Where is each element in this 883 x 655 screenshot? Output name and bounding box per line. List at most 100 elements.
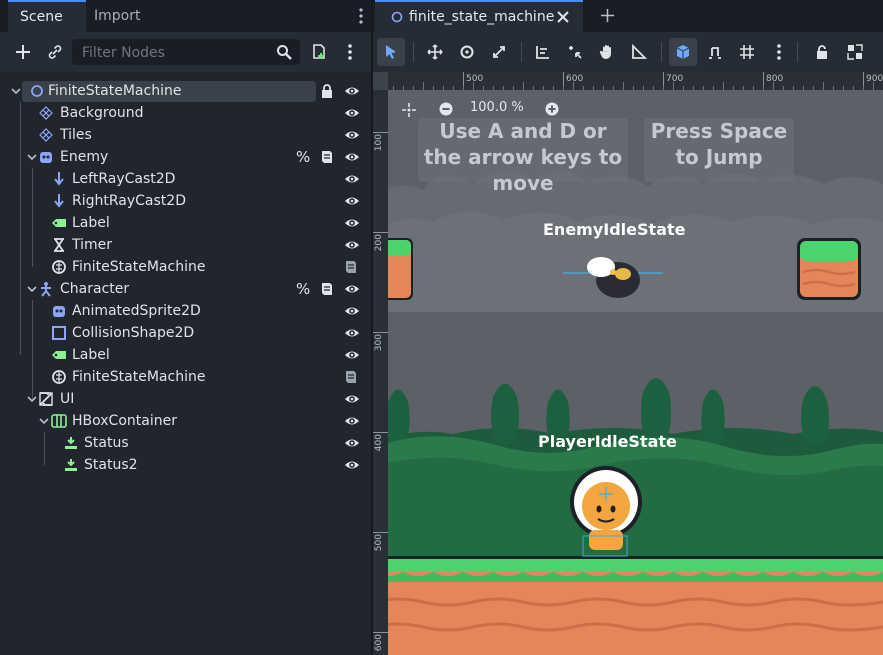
ruler-label: 500 <box>466 74 484 84</box>
tab-import[interactable]: Import <box>82 0 154 32</box>
lock-icon[interactable] <box>320 83 334 99</box>
scene-menu-icon[interactable] <box>344 42 356 62</box>
ruler-label: 800 <box>766 74 784 84</box>
snap-options-icon[interactable] <box>707 44 723 60</box>
tree-node-ui[interactable]: UI <box>0 388 371 410</box>
ruler-minor-tick <box>763 86 764 90</box>
ruler-minor-tick <box>863 86 864 90</box>
smart-snap-icon[interactable] <box>567 44 583 60</box>
visibility-eye-icon[interactable] <box>344 348 360 362</box>
ruler-minor-tick <box>463 86 464 90</box>
visibility-eye-icon[interactable] <box>344 392 360 406</box>
group-icon[interactable] <box>847 44 863 60</box>
ruler-minor-tick <box>643 86 644 90</box>
visibility-eye-icon[interactable] <box>344 84 360 98</box>
instance-scene-icon[interactable] <box>47 44 63 60</box>
measure-icon[interactable] <box>631 44 647 60</box>
visibility-eye-icon[interactable] <box>344 128 360 142</box>
visibility-eye-icon[interactable] <box>344 436 360 450</box>
tree-node-finitestatemachine[interactable]: FiniteStateMachine <box>0 256 371 278</box>
chevron-down-icon[interactable] <box>38 415 50 427</box>
tree-node-finitestatemachine[interactable]: FiniteStateMachine <box>0 80 371 102</box>
lock-icon[interactable] <box>815 44 829 60</box>
script-icon[interactable] <box>344 369 358 385</box>
script-icon[interactable] <box>320 149 334 165</box>
tree-node-hboxcontainer[interactable]: HBoxContainer <box>0 410 371 432</box>
new-scene-tab-icon[interactable] <box>600 8 615 23</box>
filter-nodes-field[interactable] <box>72 39 300 65</box>
rotate-mode-icon[interactable] <box>459 44 475 60</box>
visibility-eye-icon[interactable] <box>344 106 360 120</box>
zoom-in-icon[interactable] <box>545 102 559 116</box>
dock-menu-icon[interactable] <box>355 6 367 26</box>
scale-mode-icon[interactable] <box>491 44 507 60</box>
tree-node-label: Timer <box>72 237 113 253</box>
center-view-icon[interactable] <box>401 102 417 118</box>
close-icon[interactable] <box>557 11 569 23</box>
ruler-minor-tick <box>483 86 484 90</box>
tree-guide-line <box>44 432 45 465</box>
snap-toggle-button[interactable] <box>669 38 697 66</box>
chevron-down-icon[interactable] <box>10 85 22 97</box>
visibility-eye-icon[interactable] <box>344 304 360 318</box>
visibility-eye-icon[interactable] <box>344 326 360 340</box>
add-node-icon[interactable] <box>15 44 31 60</box>
tree-node-label[interactable]: Label <box>0 344 371 366</box>
tree-node-label: LeftRayCast2D <box>72 171 176 187</box>
ruler-minor-tick <box>683 86 684 90</box>
zoom-out-icon[interactable] <box>439 102 453 116</box>
tree-node-enemy[interactable]: Enemy% <box>0 146 371 168</box>
tree-node-label: Enemy <box>60 149 109 165</box>
more-options-icon[interactable] <box>774 42 784 62</box>
unique-name-icon[interactable]: % <box>296 146 310 168</box>
visibility-eye-icon[interactable] <box>344 414 360 428</box>
move-mode-icon[interactable] <box>427 44 443 60</box>
visibility-eye-icon[interactable] <box>344 216 360 230</box>
grid-snap-icon[interactable] <box>739 44 755 60</box>
script-icon[interactable] <box>320 281 334 297</box>
chevron-down-icon[interactable] <box>26 151 38 163</box>
attach-script-icon[interactable] <box>310 43 328 61</box>
tree-node-finitestatemachine[interactable]: FiniteStateMachine <box>0 366 371 388</box>
tree-node-collisionshape2d[interactable]: CollisionShape2D <box>0 322 371 344</box>
filter-nodes-input[interactable] <box>80 42 274 64</box>
tree-node-rightraycast2d[interactable]: RightRayCast2D <box>0 190 371 212</box>
tree-guide-line <box>32 300 33 399</box>
ruler-horizontal[interactable]: 500 600 700 800 900 <box>373 72 883 90</box>
cube-icon <box>676 45 690 59</box>
toolbar-divider <box>413 42 414 62</box>
scene-tab-finite-state-machine[interactable]: finite_state_machine <box>375 0 583 32</box>
visibility-eye-icon[interactable] <box>344 194 360 208</box>
ruler-mode-icon[interactable] <box>535 44 551 60</box>
tree-node-background[interactable]: Background <box>0 102 371 124</box>
select-mode-button[interactable] <box>377 38 405 66</box>
visibility-eye-icon[interactable] <box>344 150 360 164</box>
tree-node-tiles[interactable]: Tiles <box>0 124 371 146</box>
tree-node-label: Label <box>72 347 110 363</box>
ruler-minor-tick <box>873 82 874 90</box>
visibility-eye-icon[interactable] <box>344 238 360 252</box>
tree-node-character[interactable]: Character% <box>0 278 371 300</box>
ruler-minor-tick <box>593 86 594 90</box>
visibility-eye-icon[interactable] <box>344 172 360 186</box>
tree-node-status[interactable]: Status <box>0 432 371 454</box>
unique-name-icon[interactable]: % <box>296 278 310 300</box>
chevron-down-icon[interactable] <box>26 283 38 295</box>
zoom-level[interactable]: 100.0 % <box>470 100 524 115</box>
tree-node-leftraycast2d[interactable]: LeftRayCast2D <box>0 168 371 190</box>
tree-node-animatedsprite2d[interactable]: AnimatedSprite2D <box>0 300 371 322</box>
raycast-icon <box>54 194 64 208</box>
tree-node-status2[interactable]: Status2 <box>0 454 371 476</box>
ruler-minor-tick <box>783 86 784 90</box>
script-icon[interactable] <box>344 259 358 275</box>
visibility-eye-icon[interactable] <box>344 458 360 472</box>
tree-node-timer[interactable]: Timer <box>0 234 371 256</box>
ruler-minor-tick <box>733 86 734 90</box>
tab-scene[interactable]: Scene <box>8 0 86 32</box>
canvas-viewport[interactable]: Use A and D or the arrow keys to move Pr… <box>373 72 883 655</box>
pan-mode-icon[interactable] <box>599 43 615 60</box>
visibility-eye-icon[interactable] <box>344 282 360 296</box>
ruler-vertical[interactable]: 100 200 300 400 500 600 <box>373 72 388 655</box>
tree-node-label[interactable]: Label <box>0 212 371 234</box>
ruler-minor-tick <box>533 86 534 90</box>
